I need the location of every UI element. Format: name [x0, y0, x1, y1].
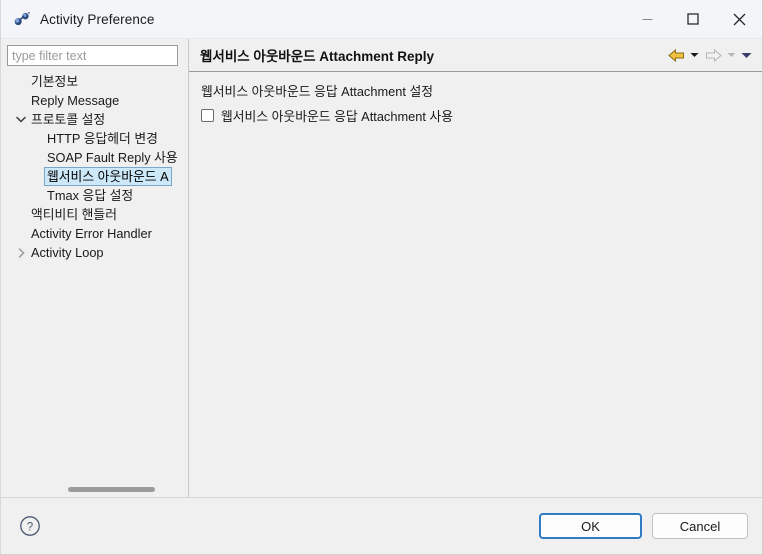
tree-item-labelbox: Reply Message	[29, 91, 121, 110]
page-title: 웹서비스 아웃바운드 Attachment Reply	[200, 49, 435, 64]
tree-item-label: Activity Error Handler	[31, 226, 152, 241]
tree-item[interactable]: Activity Loop	[7, 243, 182, 262]
tree-item-labelbox: 프로토콜 설정	[29, 110, 107, 129]
tree-item-label: 기본정보	[31, 74, 79, 89]
tree-item-selection: 웹서비스 아웃바운드 A	[44, 167, 172, 186]
activity-preference-dialog: Activity Preference type filter text 기본정…	[0, 0, 763, 555]
back-button[interactable]	[665, 44, 687, 66]
tree-item-label: 액티비티 핸들러	[31, 207, 117, 222]
help-button[interactable]: ?	[18, 514, 42, 538]
tree-item-labelbox: Activity Error Handler	[29, 224, 154, 243]
preference-tree[interactable]: 기본정보 Reply Message 프로토콜 설정 HTTP 응답헤더 변경 SOAP…	[7, 72, 182, 483]
preference-tree-container: 기본정보 Reply Message 프로토콜 설정 HTTP 응답헤더 변경 SOAP…	[7, 72, 182, 497]
chevron-down-icon	[741, 52, 752, 58]
chevron-down-icon	[727, 53, 736, 57]
maximize-button[interactable]	[670, 0, 716, 39]
attachment-enable-label: 웹서비스 아웃바운드 응답 Attachment 사용	[221, 109, 454, 124]
tree-item[interactable]: 웹서비스 아웃바운드 A	[7, 167, 182, 186]
tree-item-labelbox: Tmax 응답 설정	[45, 186, 135, 205]
cancel-button[interactable]: Cancel	[652, 513, 748, 539]
attachment-enable-checkbox[interactable]	[201, 109, 214, 122]
tree-item[interactable]: 액티비티 핸들러	[7, 205, 182, 224]
title-bar: Activity Preference	[1, 0, 762, 39]
dialog-footer: ? OK Cancel	[1, 498, 762, 554]
chevron-down-icon[interactable]	[13, 110, 29, 129]
minimize-icon	[642, 18, 652, 20]
tree-item-labelbox: 기본정보	[29, 72, 80, 91]
tree-item-label: Activity Loop	[31, 245, 104, 260]
tree-item-labelbox: Activity Loop	[29, 243, 106, 262]
tree-item[interactable]: HTTP 응답헤더 변경	[7, 129, 182, 148]
tree-item-label: 프로토콜 설정	[31, 112, 106, 127]
close-button[interactable]	[716, 0, 762, 39]
dialog-body: 기본정보 Reply Message 프로토콜 설정 HTTP 응답헤더 변경 SOAP…	[1, 39, 762, 497]
right-pane: 웹서비스 아웃바운드 Attachment Reply 웹서비스 아웃바운드 응…	[189, 39, 762, 497]
maximize-icon	[687, 13, 699, 25]
tree-item[interactable]: 기본정보	[7, 72, 182, 91]
tree-item[interactable]: 프로토콜 설정	[7, 110, 182, 129]
tree-item[interactable]: Tmax 응답 설정	[7, 186, 182, 205]
tree-horizontal-scrollbar-thumb[interactable]	[68, 487, 155, 492]
tree-item-labelbox: HTTP 응답헤더 변경	[45, 129, 160, 148]
tree-item-label: Tmax 응답 설정	[47, 188, 134, 203]
left-pane: 기본정보 Reply Message 프로토콜 설정 HTTP 응답헤더 변경 SOAP…	[1, 39, 188, 497]
page-content: 웹서비스 아웃바운드 응답 Attachment 설정 웹서비스 아웃바운드 응…	[189, 72, 762, 497]
page-menu-button[interactable]	[739, 44, 754, 66]
tree-item[interactable]: SOAP Fault Reply 사용	[7, 148, 182, 167]
help-question-icon: ?	[20, 516, 40, 536]
activity-preference-icon	[14, 12, 30, 26]
back-arrow-icon	[667, 48, 684, 62]
window-controls	[624, 0, 762, 39]
settings-group-label: 웹서비스 아웃바운드 응답 Attachment 설정	[201, 84, 434, 99]
svg-text:?: ?	[27, 521, 33, 533]
tree-item-labelbox: SOAP Fault Reply 사용	[45, 148, 180, 167]
tree-item[interactable]: Activity Error Handler	[7, 224, 182, 243]
minimize-button[interactable]	[624, 0, 670, 39]
chevron-down-icon	[690, 53, 699, 57]
close-icon	[733, 13, 745, 25]
screenshot-root: Activity Preference type filter text 기본정…	[0, 0, 763, 555]
tree-item-label: Reply Message	[31, 93, 120, 108]
tree-item-label: HTTP 응답헤더 변경	[47, 131, 158, 146]
forward-dropdown-button	[724, 44, 739, 66]
tree-item-labelbox: 액티비티 핸들러	[29, 205, 119, 224]
back-dropdown-button[interactable]	[687, 44, 702, 66]
page-header: 웹서비스 아웃바운드 Attachment Reply	[189, 39, 762, 71]
chevron-right-icon[interactable]	[13, 243, 29, 262]
tree-item[interactable]: Reply Message	[7, 91, 182, 110]
forward-arrow-icon	[705, 48, 722, 62]
window-title: Activity Preference	[40, 11, 155, 27]
tree-item-label: 웹서비스 아웃바운드 A	[47, 169, 169, 184]
attachment-enable-checkbox-row[interactable]: 웹서비스 아웃바운드 응답 Attachment 사용	[201, 106, 762, 125]
filter-input[interactable]	[7, 45, 178, 66]
forward-button	[702, 44, 724, 66]
tree-horizontal-scrollbar[interactable]	[7, 483, 182, 497]
tree-item-label: SOAP Fault Reply 사용	[47, 150, 178, 165]
ok-button[interactable]: OK	[539, 513, 642, 539]
